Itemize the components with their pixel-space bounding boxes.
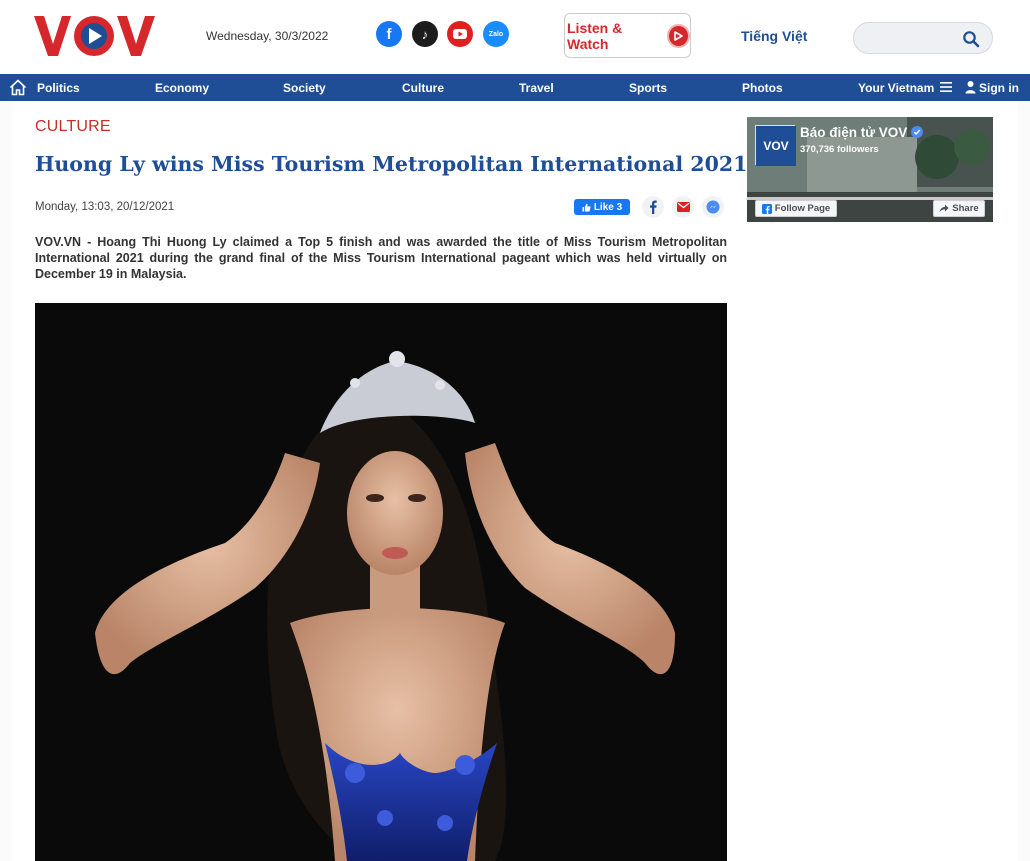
play-icon	[666, 23, 690, 48]
sign-in-link[interactable]: Sign in	[979, 81, 1019, 95]
nav-item-politics[interactable]: Politics	[37, 81, 80, 95]
share-arrow-icon	[939, 204, 949, 213]
share-page-label: Share	[952, 203, 979, 214]
current-date: Wednesday, 30/3/2022	[206, 29, 329, 43]
nav-item-economy[interactable]: Economy	[155, 81, 209, 95]
article-hero-image[interactable]	[35, 303, 727, 861]
language-switch-link[interactable]: Tiếng Việt	[741, 28, 807, 44]
nav-item-sports[interactable]: Sports	[629, 81, 667, 95]
fb-page-name[interactable]: Báo điện tử VOV	[800, 125, 924, 140]
youtube-icon[interactable]	[447, 21, 473, 47]
fb-followers-count: 370,736 followers	[800, 144, 879, 155]
zalo-icon-text: Zalo	[488, 30, 504, 38]
tiktok-icon[interactable]: ♪	[412, 21, 438, 47]
verified-icon	[911, 126, 924, 138]
vov-logo[interactable]	[34, 14, 156, 58]
like-count-label: Like 3	[593, 201, 623, 213]
zalo-icon[interactable]: Zalo	[483, 21, 509, 47]
thumbs-up-icon	[582, 203, 591, 211]
share-email-icon[interactable]	[672, 196, 694, 218]
main-nav: Politics Economy Society Culture Travel …	[0, 74, 1030, 101]
facebook-icon[interactable]: f	[376, 21, 402, 47]
user-icon[interactable]	[965, 80, 976, 94]
search-input[interactable]	[866, 29, 961, 49]
follow-page-label: Follow Page	[774, 203, 831, 214]
facebook-like-button[interactable]: Like 3	[574, 199, 630, 215]
listen-watch-label: Listen & Watch	[567, 19, 623, 52]
menu-icon[interactable]	[939, 80, 953, 94]
follow-page-button[interactable]: Follow Page	[755, 200, 837, 217]
vov-page-avatar[interactable]: VOV	[755, 125, 796, 166]
article-category-link[interactable]: CULTURE	[35, 118, 111, 136]
fb-page-name-text: Báo điện tử VOV	[800, 125, 908, 140]
share-facebook-icon[interactable]	[642, 196, 664, 218]
nav-item-your-vietnam[interactable]: Your Vietnam	[858, 81, 934, 95]
share-page-button[interactable]: Share	[933, 200, 985, 217]
svg-text:VOV: VOV	[763, 139, 788, 153]
home-icon[interactable]	[9, 79, 27, 96]
article-title: Huong Ly wins Miss Tourism Metropolitan …	[35, 152, 748, 176]
nav-item-photos[interactable]: Photos	[742, 81, 783, 95]
nav-item-travel[interactable]: Travel	[519, 81, 554, 95]
facebook-small-icon	[761, 203, 772, 214]
facebook-page-widget[interactable]: VOV Báo điện tử VOV 370,736 followers Fo…	[747, 117, 993, 222]
site-header: Wednesday, 30/3/2022 f ♪ Zalo Listen & W…	[0, 0, 1030, 72]
search-box	[853, 22, 993, 54]
article-lead: VOV.VN - Hoang Thi Huong Ly claimed a To…	[35, 235, 727, 281]
nav-item-society[interactable]: Society	[283, 81, 326, 95]
article-timestamp: Monday, 13:03, 20/12/2021	[35, 201, 175, 213]
search-icon[interactable]	[962, 30, 980, 48]
listen-watch-button[interactable]: Listen & Watch	[564, 13, 691, 58]
nav-item-culture[interactable]: Culture	[402, 81, 444, 95]
share-messenger-icon[interactable]	[702, 196, 724, 218]
